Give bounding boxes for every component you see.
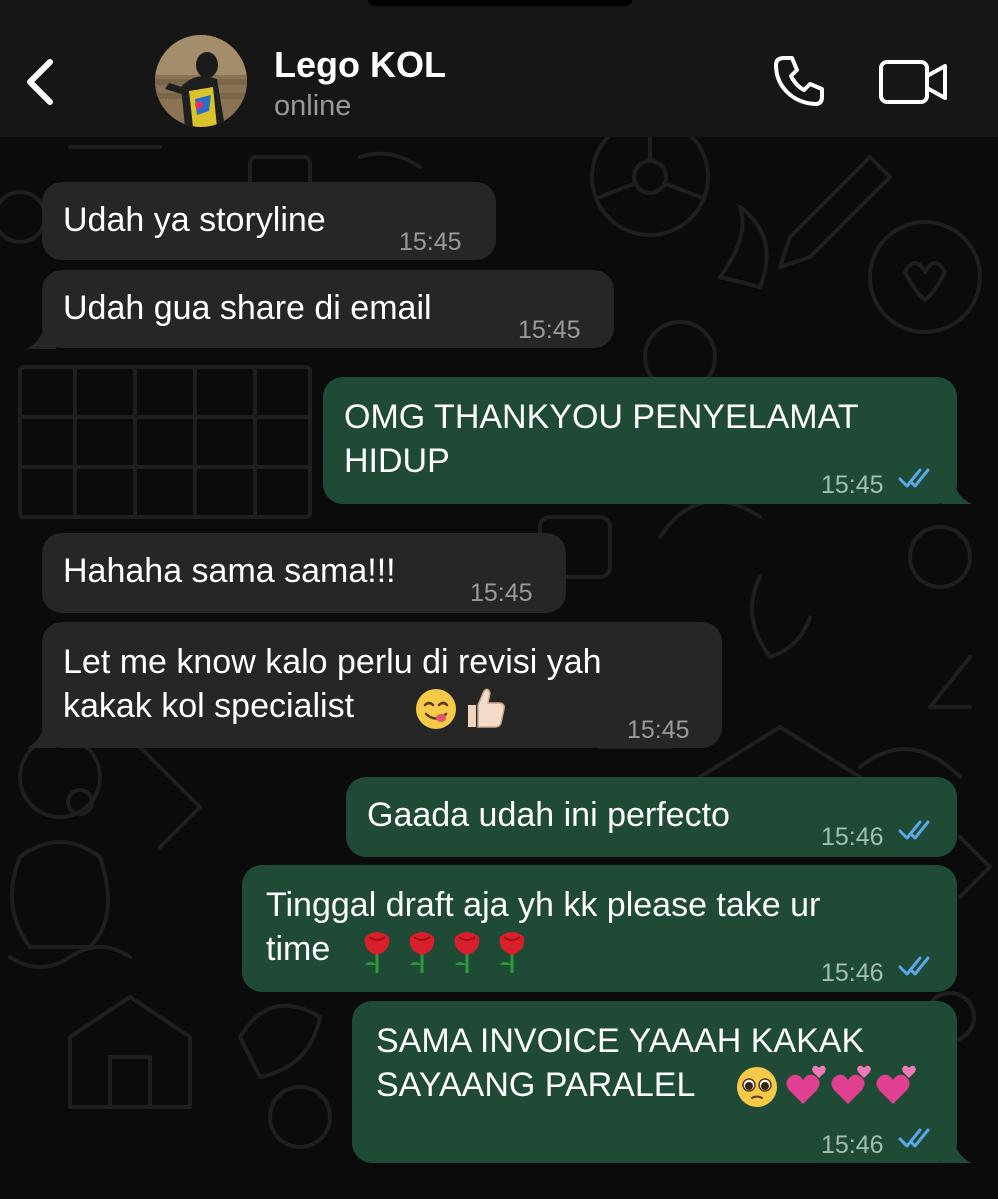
message-timestamp: 15:45: [470, 579, 533, 607]
read-double-check-icon: [898, 820, 930, 840]
bubble-tail: [26, 726, 56, 748]
message-timestamp: 15:45: [399, 228, 462, 256]
back-button[interactable]: [20, 52, 64, 112]
message-incoming[interactable]: Udah gua share di email 15:45: [42, 270, 614, 348]
voice-call-button[interactable]: [770, 52, 828, 110]
contact-name[interactable]: Lego KOL: [274, 44, 446, 86]
message-outgoing[interactable]: OMG THANKYOU PENYELAMAT HIDUP 15:45: [323, 377, 957, 504]
rose-emoji: [409, 932, 435, 973]
rose-emoji: [364, 932, 390, 973]
message-incoming[interactable]: Udah ya storyline 15:45: [42, 182, 496, 260]
bubble-tail: [942, 482, 972, 504]
message-text: Udah ya storyline: [63, 201, 326, 239]
message-outgoing[interactable]: Tinggal draft aja yh kk please take ur t…: [242, 865, 957, 992]
chevron-left-icon: [27, 59, 53, 105]
message-timestamp: 15:46: [821, 1131, 884, 1159]
bubble-tail: [942, 1141, 972, 1163]
message-text-line-2: time: [266, 930, 331, 968]
message-outgoing[interactable]: Gaada udah ini perfecto 15:46: [346, 777, 957, 857]
bubble-tail: [26, 327, 56, 349]
chat-header: Lego KOL online: [0, 0, 998, 137]
two-hearts-emoji: [831, 1065, 871, 1104]
two-hearts-emoji: [876, 1065, 916, 1104]
video-camera-icon: [879, 60, 947, 104]
message-text-line-2: kakak kol specialist: [63, 687, 355, 725]
message-timestamp: 15:46: [821, 959, 884, 987]
device-notch: [368, 0, 632, 6]
message-timestamp: 15:45: [518, 316, 581, 344]
rose-emoji: [454, 932, 480, 973]
message-timestamp: 15:45: [821, 471, 884, 499]
message-text-line-1: OMG THANKYOU PENYELAMAT: [344, 398, 859, 436]
message-timestamp: 15:45: [627, 716, 690, 744]
rose-emoji: [499, 932, 525, 973]
read-double-check-icon: [898, 956, 930, 976]
message-text-line-1: Tinggal draft aja yh kk please take ur: [266, 886, 821, 924]
pleading-face-emoji: [737, 1067, 777, 1107]
avatar[interactable]: [155, 35, 247, 127]
emoji-group: [737, 1065, 916, 1107]
chat-messages-area[interactable]: Udah ya storyline 15:45 Udah gua share d…: [0, 137, 998, 1199]
video-call-button[interactable]: [878, 58, 950, 106]
contact-status: online: [274, 90, 352, 122]
two-hearts-emoji: [786, 1065, 826, 1104]
yum-face-emoji: [416, 689, 456, 729]
message-text: Hahaha sama sama!!!: [63, 552, 396, 590]
rose-emoji-group: [364, 932, 525, 973]
message-incoming[interactable]: Hahaha sama sama!!! 15:45: [42, 533, 566, 613]
message-text: Gaada udah ini perfecto: [367, 796, 730, 834]
read-double-check-icon: [898, 468, 930, 488]
message-incoming[interactable]: Let me know kalo perlu di revisi yah kak…: [42, 622, 722, 748]
thumbs-up-emoji: [468, 688, 505, 728]
message-text-line-2: SAYAANG PARALEL: [376, 1066, 696, 1104]
phone-icon: [774, 56, 824, 106]
message-timestamp: 15:46: [821, 823, 884, 851]
message-text-line-1: SAMA INVOICE YAAAH KAKAK: [376, 1022, 865, 1060]
message-text-line-1: Let me know kalo perlu di revisi yah: [63, 643, 602, 681]
message-text-line-2: HIDUP: [344, 442, 450, 480]
message-outgoing[interactable]: SAMA INVOICE YAAAH KAKAK SAYAANG PARALEL: [352, 1001, 957, 1163]
avatar-photo: [155, 35, 247, 127]
read-double-check-icon: [898, 1128, 930, 1148]
message-text: Udah gua share di email: [63, 289, 432, 327]
